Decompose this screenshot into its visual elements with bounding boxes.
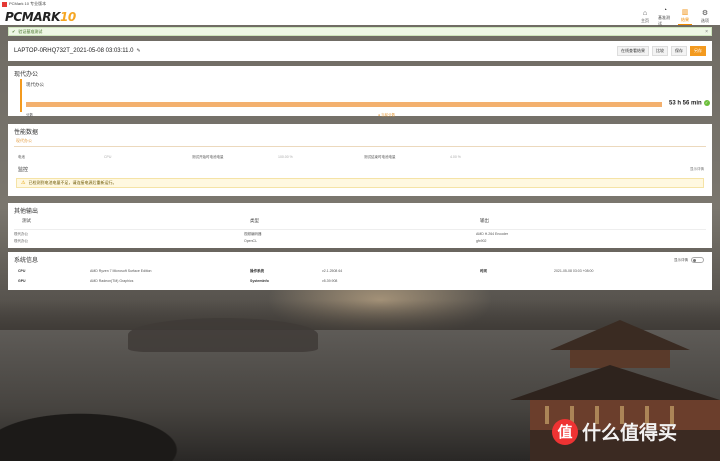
- battery-life-bar-fill: [26, 102, 662, 107]
- nav-home-label: 主页: [641, 17, 649, 23]
- battery-life-value: 53 h 56 min ✓: [669, 100, 710, 107]
- sys-value: 2021-05-08 03:03 +08:00: [554, 269, 594, 273]
- system-title: 系统信息: [14, 258, 39, 264]
- system-panel: 系统信息 显示详情 CPU AMD Ryzen 7 Microsoft Surf…: [8, 252, 712, 290]
- validation-notice: ✔ 验证基准测试 ×: [8, 27, 712, 36]
- result-header: LAPTOP-0RHQ732T_2021-05-08 03:03:11.0 ✎ …: [8, 41, 712, 61]
- close-icon[interactable]: ×: [705, 29, 708, 35]
- metric-value: 4.00 %: [450, 155, 461, 159]
- sys-value: AMD Radeon(TM) Graphics: [90, 279, 134, 283]
- show-details-link[interactable]: 显示详情: [690, 167, 704, 172]
- window-titlebar: PCMark 10 专业版本: [0, 0, 720, 8]
- sys-key: 操作系统: [250, 269, 264, 273]
- nav-benchmarks-label: 基准测试: [658, 14, 670, 26]
- chart-icon: ▥: [681, 9, 689, 16]
- warning-icon: ⚠: [21, 180, 26, 186]
- details-toggle-label: 显示详情: [674, 257, 688, 262]
- score-note: ● 当前分数: [378, 113, 396, 117]
- sys-key: 时间: [480, 269, 487, 273]
- result-name: LAPTOP-0RHQ732T_2021-05-08 03:03:11.0: [14, 48, 134, 54]
- output-cell: AMD H.264 Encoder: [476, 232, 509, 236]
- sys-value: v2.1.2508 64: [322, 269, 343, 273]
- nav-options-label: 选项: [701, 17, 709, 23]
- save-button[interactable]: 保存: [671, 46, 687, 56]
- app-header: PCMARK10 ⌂ 主页 ◔ 基准测试 ▥ 结果 ⚙ 选项: [0, 6, 720, 26]
- check-circle-icon: ✓: [703, 100, 710, 106]
- metric-label: 测试结束时电池电量: [364, 155, 396, 159]
- nav-results-label: 结果: [681, 17, 689, 22]
- pcmark-logo: PCMARK10: [5, 10, 76, 24]
- logo-text: PCMARK: [5, 9, 60, 24]
- compare-button[interactable]: 比较: [652, 46, 668, 56]
- notice-text: 验证基准测试: [18, 28, 43, 34]
- metric-value: 100.00 %: [278, 155, 293, 159]
- metric-battery: 电池 CPU: [18, 155, 111, 160]
- sys-key: GPU: [18, 279, 26, 283]
- sys-value: v5.39.908: [322, 279, 338, 283]
- result-actions: 在线查看结果 比较 保存 另存: [617, 46, 706, 56]
- nav-benchmarks[interactable]: ◔ 基准测试: [658, 6, 672, 26]
- warning-banner: ⚠ 已检测到电池电量不足，请连接电源后重新运行。: [16, 178, 704, 188]
- nav-home[interactable]: ⌂ 主页: [638, 8, 652, 25]
- output-cell: 现代办公: [14, 232, 28, 236]
- watermark-badge: 值: [552, 418, 578, 445]
- performance-subtitle: 现代办公: [16, 138, 32, 143]
- output-cell: 现代办公: [14, 239, 28, 243]
- metric-end-battery: 测试结束时电池电量 4.00 %: [364, 155, 461, 160]
- gauge-icon: ◔: [662, 6, 668, 14]
- warning-text: 已检测到电池电量不足，请连接电源后重新运行。: [28, 180, 117, 185]
- pencil-icon[interactable]: ✎: [137, 48, 141, 54]
- app-icon: [2, 1, 7, 7]
- battery-life-bar: [26, 102, 662, 107]
- save-as-button[interactable]: 另存: [690, 46, 706, 56]
- battery-life-text: 53 h 56 min: [669, 100, 702, 107]
- window-title: PCMark 10 专业版本: [9, 1, 47, 6]
- divider: [14, 229, 706, 230]
- details-toggle[interactable]: 显示详情: [674, 257, 704, 263]
- view-online-button[interactable]: 在线查看结果: [617, 46, 649, 56]
- monitor-label: 监控: [18, 167, 29, 173]
- watermark: 值 什么值得买: [552, 418, 677, 445]
- office-title: 现代办公: [14, 72, 39, 78]
- output-cell: 视频编码器: [244, 232, 262, 236]
- check-icon: ✔: [12, 29, 16, 34]
- output-header-test: 测试: [22, 218, 31, 223]
- score-label: 分数: [26, 113, 33, 117]
- home-icon: ⌂: [642, 9, 648, 17]
- divider: [14, 146, 706, 147]
- watermark-text: 什么值得买: [582, 422, 678, 444]
- office-panel: 现代办公 现代办公 53 h 56 min ✓ 分数 ● 当前分数: [8, 66, 712, 117]
- background-trees: [0, 380, 300, 461]
- performance-title: 性能数据: [14, 130, 39, 136]
- main-nav: ⌂ 主页 ◔ 基准测试 ▥ 结果 ⚙ 选项: [638, 6, 712, 26]
- nav-results[interactable]: ▥ 结果: [678, 8, 692, 25]
- background-island: [128, 318, 318, 352]
- output-title: 其他输出: [14, 209, 39, 215]
- sys-key: CPU: [18, 269, 26, 273]
- metric-label: 电池: [18, 155, 25, 159]
- logo-number: 10: [59, 9, 76, 24]
- output-cell: gfx902: [476, 239, 487, 243]
- toggle-switch[interactable]: [691, 257, 704, 263]
- output-cell: OpenCL: [244, 239, 258, 243]
- sys-value: AMD Ryzen 7 Microsoft Surface Edition: [90, 269, 152, 273]
- office-label: 现代办公: [26, 82, 44, 87]
- office-result-box: 现代办公 53 h 56 min ✓ 分数 ● 当前分数: [20, 79, 710, 117]
- metric-label: 测试开始时电池电量: [192, 155, 224, 159]
- output-header-type: 类型: [250, 218, 259, 223]
- output-header-output: 输出: [480, 218, 489, 223]
- performance-panel: 性能数据 现代办公 电池 CPU 测试开始时电池电量 100.00 % 测试结束…: [8, 124, 712, 196]
- gear-icon: ⚙: [701, 9, 709, 17]
- nav-options[interactable]: ⚙ 选项: [698, 8, 712, 25]
- metric-start-battery: 测试开始时电池电量 100.00 %: [192, 155, 293, 160]
- metric-value: CPU: [104, 155, 112, 159]
- output-panel: 其他输出 测试 类型 输出 现代办公 视频编码器 AMD H.264 Encod…: [8, 203, 712, 248]
- sys-key: SystemInfo: [250, 279, 269, 283]
